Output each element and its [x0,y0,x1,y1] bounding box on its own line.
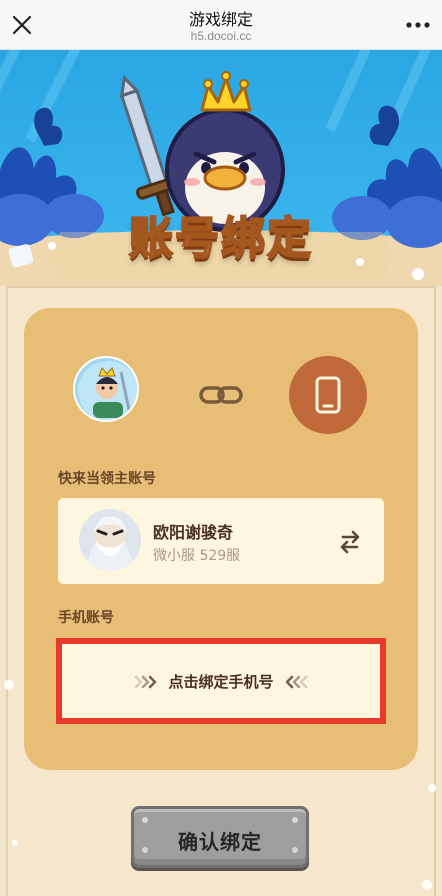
phone-account-icon-circle [289,356,367,434]
chevrons-right-icon [135,675,157,688]
account-server: 微小服 529服 [153,548,241,564]
smartphone-icon [315,376,341,414]
bind-phone-label: 点击绑定手机号 [168,673,274,691]
chevrons-left-icon [285,675,307,688]
account-name: 欧阳谢骏奇 [153,523,234,542]
confirm-bind-button[interactable]: 确认绑定 [131,806,309,868]
lord-account-label: 快来当领主账号 [58,471,156,487]
top-navbar: 游戏绑定 h5.docoi.cc [0,0,442,50]
hero-title: 账号绑定 [128,212,313,265]
hero-banner: 账号绑定 [0,50,442,286]
button-rivet [142,817,148,823]
decor-dot [12,840,18,846]
confirm-bind-label: 确认绑定 [178,830,262,854]
decor-dot [422,880,432,890]
link-chain-icon [198,382,244,408]
account-avatar [79,509,141,571]
switch-account-icon[interactable] [339,530,361,554]
lord-account-box: 欧阳谢骏奇 微小服 529服 [58,498,384,584]
game-avatar [73,356,139,422]
page-domain: h5.docoi.cc [190,29,252,43]
decor-dot [428,784,436,792]
phone-account-label: 手机账号 [58,610,114,626]
decor-dot [4,680,14,690]
button-rivet [292,817,298,823]
bind-phone-button[interactable]: 点击绑定手机号 [56,638,386,724]
page-title: 游戏绑定 [188,10,253,29]
more-dots-icon[interactable] [404,11,432,39]
